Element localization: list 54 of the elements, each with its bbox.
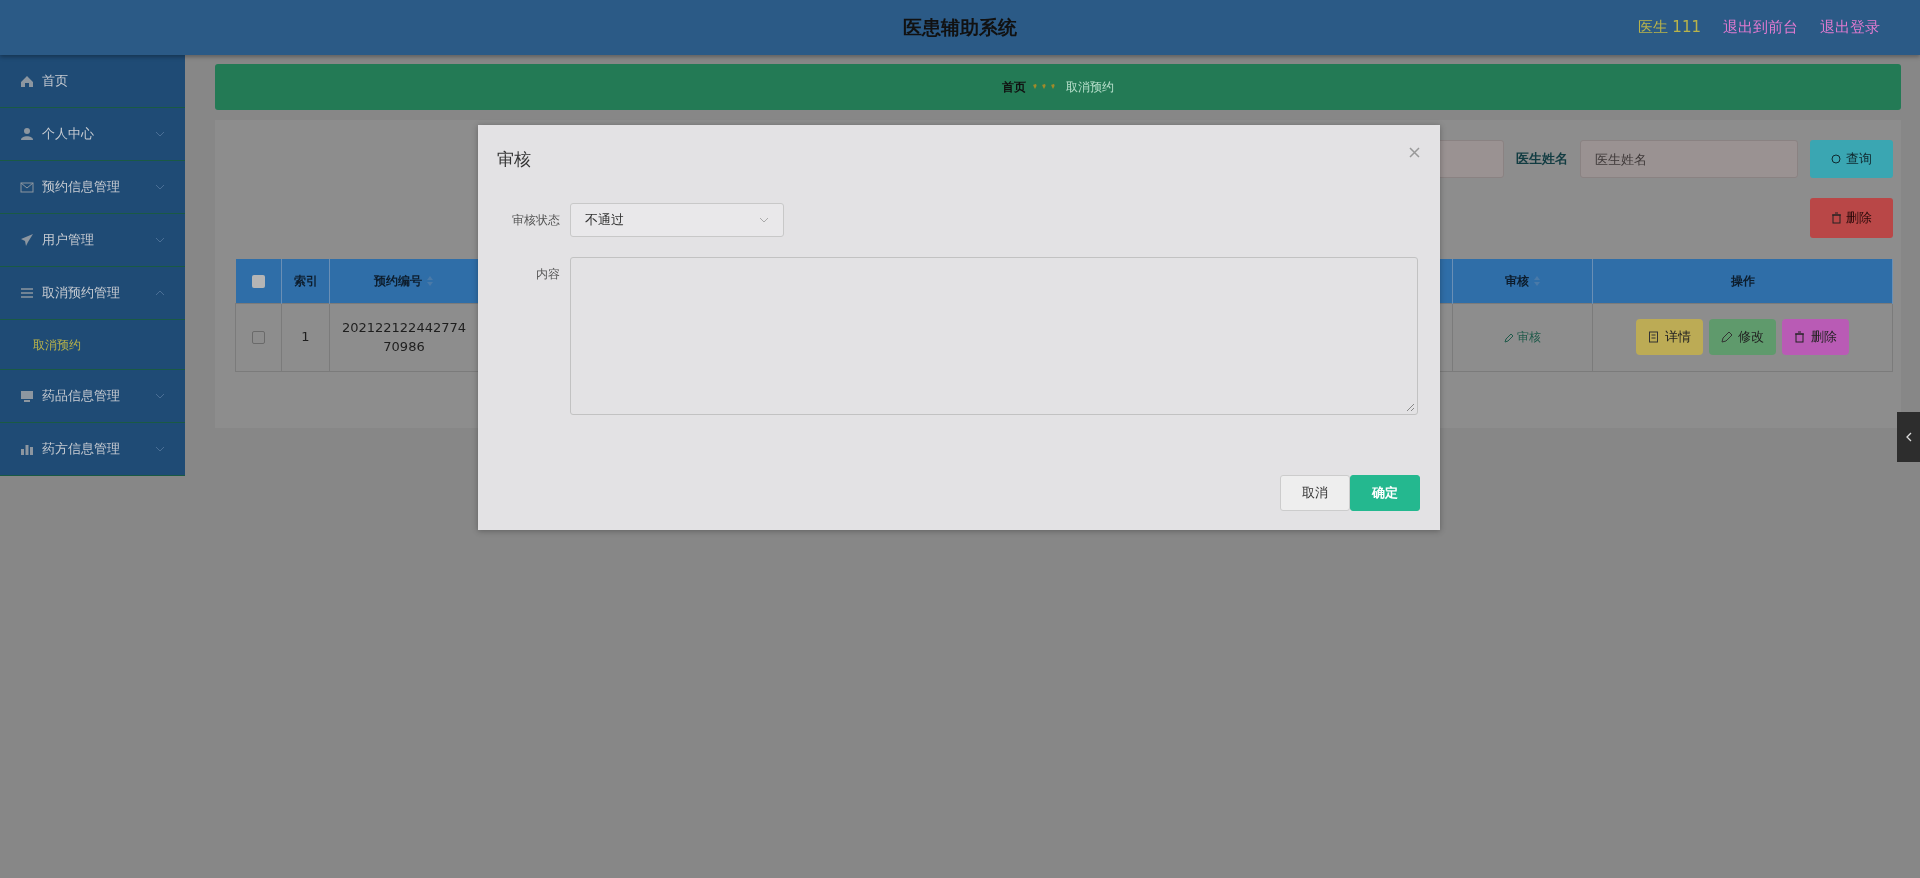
sidebar-item[interactable]: 预约信息管理: [0, 161, 185, 214]
paper-plane-icon: [20, 233, 34, 247]
pencil-icon: [1503, 332, 1514, 343]
document-icon: [1648, 331, 1660, 343]
search-icon: [1831, 153, 1842, 165]
search-button[interactable]: 查询: [1810, 140, 1893, 178]
status-select[interactable]: 不通过: [570, 202, 784, 237]
trash-icon: [1794, 331, 1806, 343]
breadcrumb-link[interactable]: 首页: [1002, 78, 1026, 96]
sidebar-item[interactable]: 药品信息管理: [0, 370, 185, 423]
sidebar-item[interactable]: 取消预约管理: [0, 267, 185, 320]
close-icon[interactable]: [1409, 147, 1420, 158]
person-icon: [20, 127, 34, 141]
list-icon: [20, 286, 34, 300]
table-cell: 20212212244277470986: [341, 319, 467, 354]
user-label: 医生 111: [1637, 17, 1701, 39]
field-label: 内容: [535, 265, 560, 283]
review-link[interactable]: 审核: [1503, 330, 1542, 345]
column-header[interactable]: 索引: [293, 273, 318, 288]
column-header[interactable]: 操作: [1730, 273, 1755, 288]
column-header[interactable]: 审核: [1504, 273, 1529, 288]
breadcrumb-current: 取消预约: [1066, 79, 1114, 96]
header-link[interactable]: 退出到前台: [1723, 16, 1798, 39]
app-title: 医患辅助系统: [903, 15, 1017, 41]
monitor-icon: [20, 389, 34, 403]
sidebar-item[interactable]: 个人中心: [0, 108, 185, 161]
confirm-button[interactable]: 确定: [1350, 475, 1420, 511]
envelope-icon: [20, 180, 34, 194]
select-all-checkbox[interactable]: [251, 274, 265, 288]
edit-button[interactable]: 修改: [1709, 319, 1776, 355]
sidebar-item[interactable]: 药方信息管理: [0, 423, 185, 476]
bar-chart-icon: [20, 442, 34, 456]
delete-button[interactable]: 删除: [1810, 198, 1893, 238]
field-label: 医生姓名: [1516, 150, 1568, 169]
chevron-icon: [759, 216, 769, 223]
chevron-icon: [1905, 432, 1912, 442]
cancel-button[interactable]: 取消: [1280, 475, 1350, 511]
sidebar-item[interactable]: 用户管理: [0, 214, 185, 267]
sidebar-item[interactable]: 首页: [0, 55, 185, 108]
dialog-title: 审核: [497, 148, 531, 171]
trash-icon: [1831, 212, 1842, 224]
delete-button[interactable]: 删除: [1782, 319, 1849, 355]
pencil-icon: [1721, 331, 1733, 343]
home-icon: [20, 74, 34, 88]
column-header[interactable]: 预约编号: [374, 273, 422, 288]
row-checkbox[interactable]: [252, 331, 265, 345]
header-link[interactable]: 退出登录: [1820, 16, 1880, 39]
detail-button[interactable]: 详情: [1636, 319, 1703, 355]
field-label: 审核状态: [511, 211, 560, 229]
resize-grip-icon: [1406, 402, 1415, 412]
sidebar-subitem[interactable]: 取消预约: [0, 320, 185, 370]
search-field[interactable]: 医生姓名: [1580, 140, 1798, 178]
side-tab[interactable]: [1897, 412, 1920, 462]
table-cell: 1: [301, 329, 310, 345]
